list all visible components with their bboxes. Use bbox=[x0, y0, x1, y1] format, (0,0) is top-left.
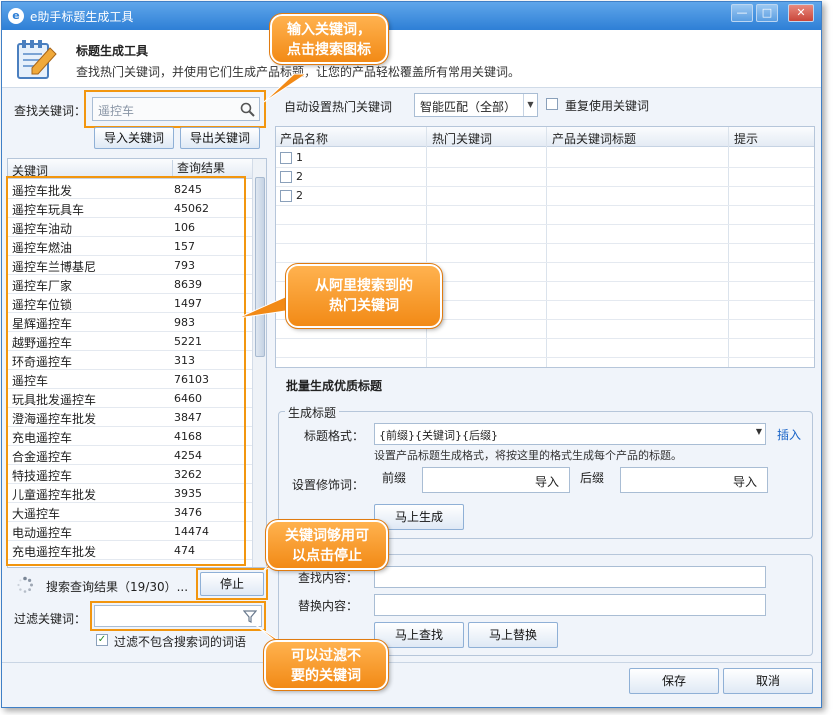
callout-keywords-line1: 从阿里搜索到的 bbox=[315, 278, 413, 294]
callout-stop: 关键词够用可 以点击停止 bbox=[265, 519, 389, 571]
callout-stop-line2: 以点击停止 bbox=[292, 548, 362, 564]
callout-search-line1: 输入关键词， bbox=[287, 22, 371, 38]
callout-keywords-line2: 热门关键词 bbox=[329, 298, 399, 314]
callout-search: 输入关键词， 点击搜索图标 bbox=[269, 13, 389, 65]
callout-filter: 可以过滤不 要的关键词 bbox=[263, 639, 389, 691]
callout-pointers bbox=[237, 73, 308, 655]
main-window: e e助手标题生成工具 — □ ✕ 标题生成工具 查找热门关键词，并使用它们生成… bbox=[1, 1, 822, 708]
callout-search-line2: 点击搜索图标 bbox=[287, 42, 371, 58]
callout-filter-line2: 要的关键词 bbox=[291, 668, 361, 684]
callout-keywords: 从阿里搜索到的 热门关键词 bbox=[285, 263, 443, 329]
callout-stop-line1: 关键词够用可 bbox=[285, 528, 369, 544]
callout-filter-line1: 可以过滤不 bbox=[291, 648, 361, 664]
